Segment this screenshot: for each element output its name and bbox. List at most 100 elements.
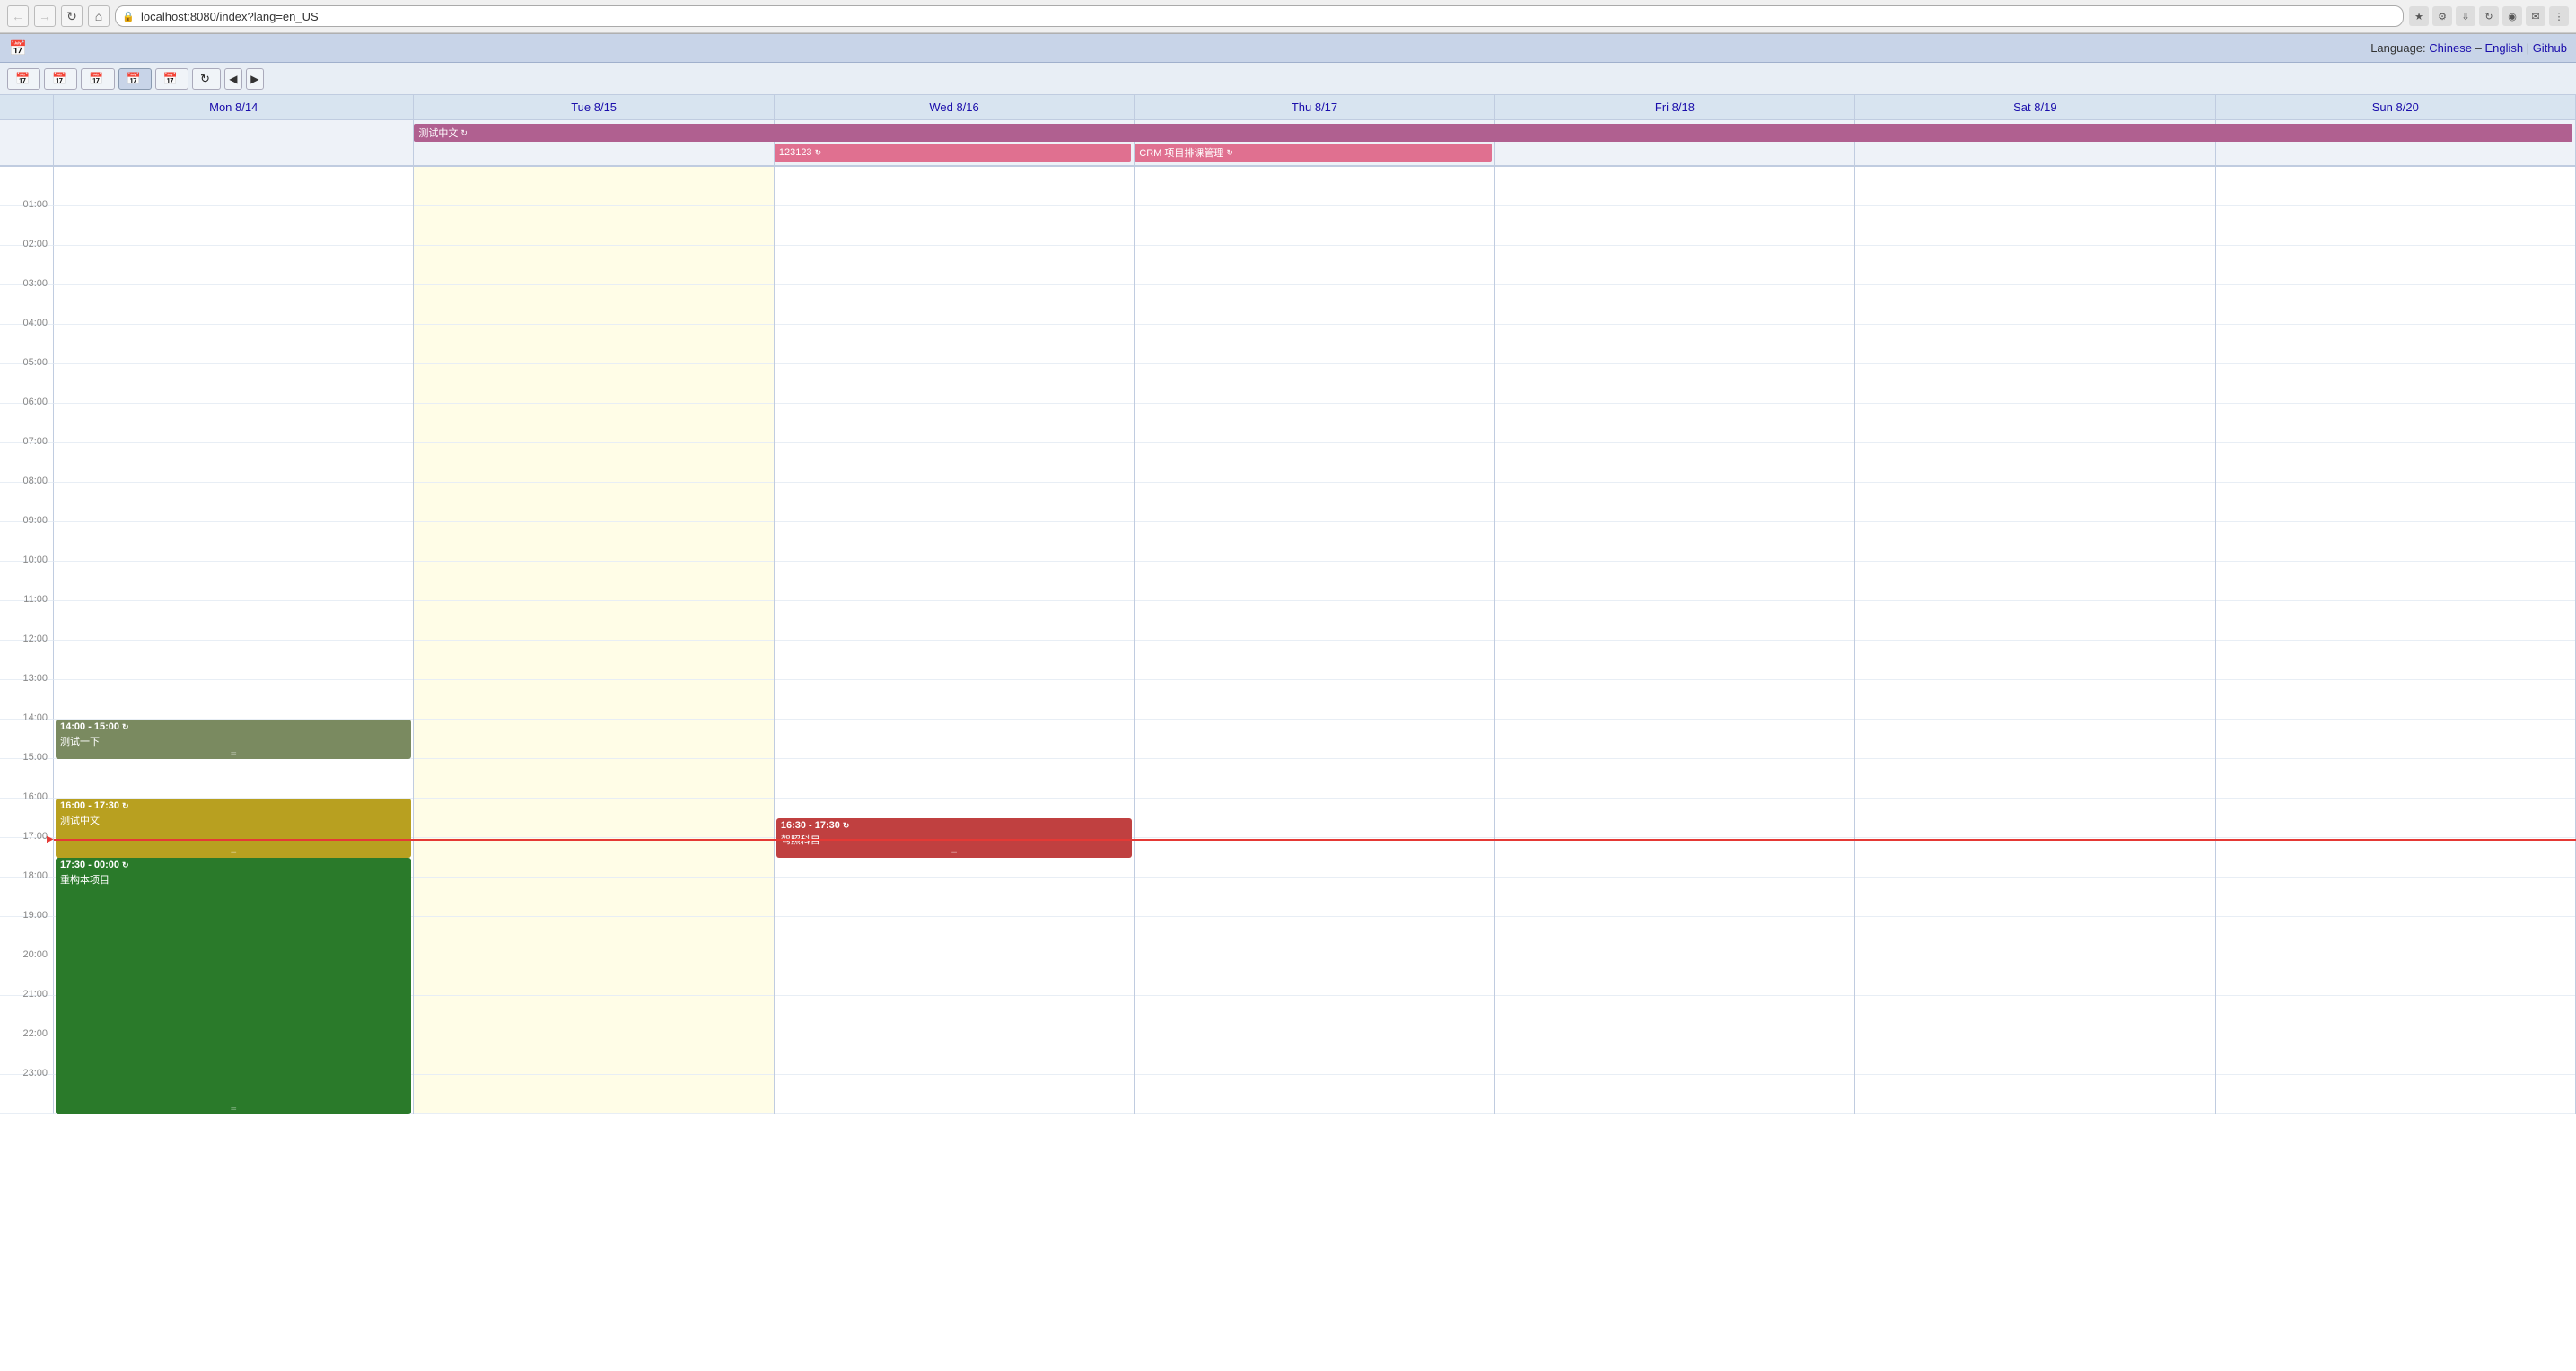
ext-icon-1[interactable]: ★ (2409, 6, 2429, 26)
hour-cell-day4-18:00[interactable] (1495, 878, 1854, 917)
hour-cell-day0-09:00[interactable] (54, 522, 413, 562)
hour-cell-day0-06:00[interactable] (54, 404, 413, 443)
hour-cell-day2-10:00[interactable] (775, 562, 1134, 601)
hour-cell-day6-18:00[interactable] (2216, 878, 2575, 917)
day-header-wed[interactable]: Wed 8/16 (775, 95, 1135, 119)
hour-cell-day5-14:00[interactable] (1855, 720, 2214, 759)
hour-cell-day2-18:00[interactable] (775, 878, 1134, 917)
hour-cell-day1-20:00[interactable] (414, 956, 773, 996)
hour-cell-day6-01:00[interactable] (2216, 206, 2575, 246)
hour-cell-day3-02:00[interactable] (1135, 246, 1494, 285)
hour-cell-day4-01:00[interactable] (1495, 206, 1854, 246)
hour-cell-day4-23:00[interactable] (1495, 1075, 1854, 1114)
day-header-thu[interactable]: Thu 8/17 (1135, 95, 1494, 119)
home-button[interactable]: ⌂ (88, 5, 110, 27)
hour-cell-day2-08:00[interactable] (775, 483, 1134, 522)
hour-cell-day0-15:00[interactable] (54, 759, 413, 799)
hour-cell-day0-05:00[interactable] (54, 364, 413, 404)
day-col-sun[interactable] (2216, 167, 2576, 1114)
hour-cell-day0-02:00[interactable] (54, 246, 413, 285)
ext-icon-7[interactable]: ⋮ (2549, 6, 2569, 26)
allday-event-crm[interactable]: CRM 项目排课管理 ↻ (1135, 144, 1491, 162)
day-col-thu[interactable] (1135, 167, 1494, 1114)
hour-cell-day5-23:00[interactable] (1855, 1075, 2214, 1114)
hour-cell-day6-10:00[interactable] (2216, 562, 2575, 601)
hour-cell-day3-08:00[interactable] (1135, 483, 1494, 522)
hour-cell-day5-02:00[interactable] (1855, 246, 2214, 285)
hour-cell-day5-00:00[interactable] (1855, 167, 2214, 206)
hour-cell-day3-05:00[interactable] (1135, 364, 1494, 404)
day-col-tue[interactable] (414, 167, 774, 1114)
ext-icon-5[interactable]: ◉ (2502, 6, 2522, 26)
day-col-mon[interactable]: 14:00 - 15:00↻测试一下═16:00 - 17:30↻测试中文═17… (54, 167, 414, 1114)
hour-cell-day2-15:00[interactable] (775, 759, 1134, 799)
hour-cell-day6-17:00[interactable] (2216, 838, 2575, 878)
hour-cell-day5-21:00[interactable] (1855, 996, 2214, 1035)
allday-event-test-chinese[interactable]: 测试中文 ↻ (414, 124, 2572, 142)
hour-cell-day1-05:00[interactable] (414, 364, 773, 404)
hour-cell-day3-22:00[interactable] (1135, 1035, 1494, 1075)
new-event-button[interactable]: 📅 (7, 68, 40, 90)
hour-cell-day2-04:00[interactable] (775, 325, 1134, 364)
hour-cell-day5-16:00[interactable] (1855, 799, 2214, 838)
hour-cell-day6-14:00[interactable] (2216, 720, 2575, 759)
hour-cell-day6-02:00[interactable] (2216, 246, 2575, 285)
hour-cell-day3-09:00[interactable] (1135, 522, 1494, 562)
lang-chinese[interactable]: Chinese (2429, 41, 2472, 55)
event-resize-2-16[interactable]: ═ (776, 848, 1132, 856)
hour-cell-day5-17:00[interactable] (1855, 838, 2214, 878)
hour-cell-day1-14:00[interactable] (414, 720, 773, 759)
ext-icon-3[interactable]: ⇩ (2456, 6, 2475, 26)
hour-cell-day5-08:00[interactable] (1855, 483, 2214, 522)
event-resize-0-14[interactable]: ═ (56, 749, 411, 757)
hour-cell-day4-13:00[interactable] (1495, 680, 1854, 720)
hour-cell-day4-03:00[interactable] (1495, 285, 1854, 325)
hour-cell-day0-10:00[interactable] (54, 562, 413, 601)
hour-cell-day1-16:00[interactable] (414, 799, 773, 838)
hour-cell-day6-22:00[interactable] (2216, 1035, 2575, 1075)
back-button[interactable]: ← (7, 5, 29, 27)
hour-cell-day2-19:00[interactable] (775, 917, 1134, 956)
hour-cell-day1-19:00[interactable] (414, 917, 773, 956)
hour-cell-day4-10:00[interactable] (1495, 562, 1854, 601)
hour-cell-day3-00:00[interactable] (1135, 167, 1494, 206)
hour-cell-day5-15:00[interactable] (1855, 759, 2214, 799)
event-0-16[interactable]: 16:00 - 17:30↻测试中文═ (56, 799, 411, 858)
event-0-14[interactable]: 14:00 - 15:00↻测试一下═ (56, 720, 411, 759)
github-link[interactable]: Github (2533, 41, 2567, 55)
hour-cell-day0-00:00[interactable] (54, 167, 413, 206)
hour-cell-day0-12:00[interactable] (54, 641, 413, 680)
hour-cell-day5-20:00[interactable] (1855, 956, 2214, 996)
hour-cell-day4-00:00[interactable] (1495, 167, 1854, 206)
hour-cell-day1-18:00[interactable] (414, 878, 773, 917)
hour-cell-day3-10:00[interactable] (1135, 562, 1494, 601)
hour-cell-day1-22:00[interactable] (414, 1035, 773, 1075)
hour-cell-day5-03:00[interactable] (1855, 285, 2214, 325)
week-button[interactable]: 📅 (118, 68, 152, 90)
hour-cell-day4-20:00[interactable] (1495, 956, 1854, 996)
hour-cell-day2-06:00[interactable] (775, 404, 1134, 443)
hour-cell-day2-14:00[interactable] (775, 720, 1134, 759)
hour-cell-day1-09:00[interactable] (414, 522, 773, 562)
hour-cell-day3-15:00[interactable] (1135, 759, 1494, 799)
hour-cell-day4-08:00[interactable] (1495, 483, 1854, 522)
day-col-fri[interactable] (1495, 167, 1855, 1114)
hour-cell-day6-00:00[interactable] (2216, 167, 2575, 206)
hour-cell-day6-19:00[interactable] (2216, 917, 2575, 956)
hour-cell-day3-07:00[interactable] (1135, 443, 1494, 483)
hour-cell-day4-04:00[interactable] (1495, 325, 1854, 364)
hour-cell-day5-09:00[interactable] (1855, 522, 2214, 562)
day-header-sat[interactable]: Sat 8/19 (1855, 95, 2215, 119)
hour-cell-day4-11:00[interactable] (1495, 601, 1854, 641)
hour-cell-day5-05:00[interactable] (1855, 364, 2214, 404)
hour-cell-day6-21:00[interactable] (2216, 996, 2575, 1035)
hour-cell-day6-16:00[interactable] (2216, 799, 2575, 838)
hour-cell-day6-09:00[interactable] (2216, 522, 2575, 562)
hour-cell-day2-05:00[interactable] (775, 364, 1134, 404)
month-button[interactable]: 📅 (155, 68, 188, 90)
hour-cell-day3-20:00[interactable] (1135, 956, 1494, 996)
hour-cell-day4-06:00[interactable] (1495, 404, 1854, 443)
hour-cell-day6-04:00[interactable] (2216, 325, 2575, 364)
event-resize-0-16[interactable]: ═ (56, 848, 411, 856)
hour-cell-day4-09:00[interactable] (1495, 522, 1854, 562)
